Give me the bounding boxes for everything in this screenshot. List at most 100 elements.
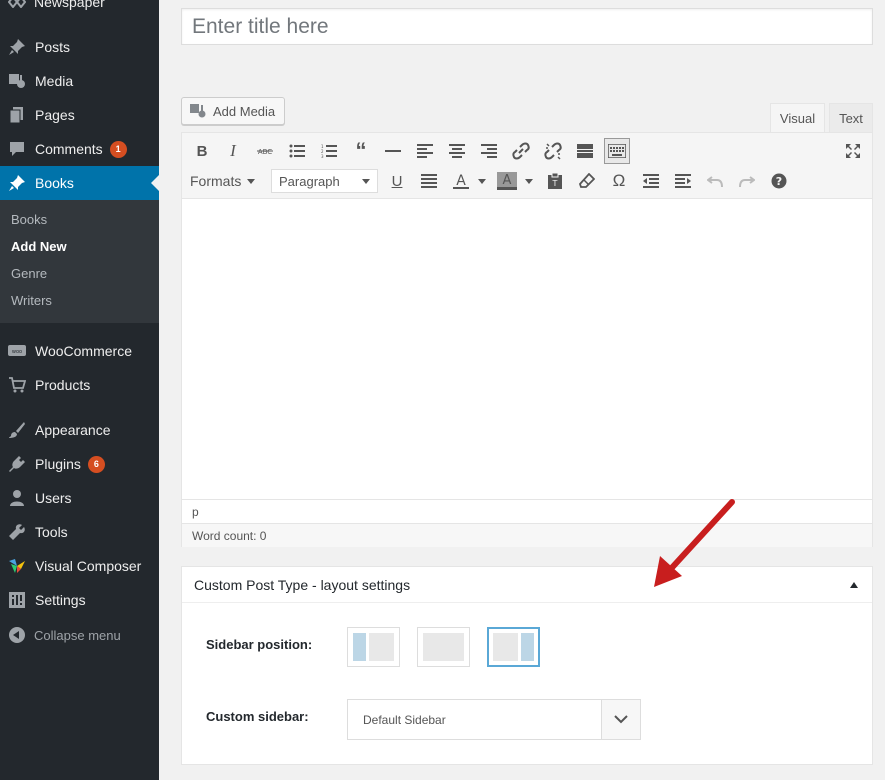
sidebar-item-pages[interactable]: Pages — [0, 98, 159, 132]
layout-no-sidebar[interactable] — [417, 627, 470, 667]
submenu-item-books[interactable]: Books — [11, 212, 47, 227]
post-title-input[interactable] — [181, 8, 873, 45]
media-icon — [190, 104, 208, 118]
submenu-item-genre[interactable]: Genre — [11, 266, 47, 281]
strikethrough-icon[interactable]: ABC — [252, 138, 278, 164]
sidebar-item-newspaper[interactable]: Newspaper — [0, 0, 159, 12]
custom-sidebar-label: Custom sidebar: — [206, 709, 309, 724]
clear-formatting-icon[interactable] — [574, 168, 600, 194]
bullet-list-icon[interactable] — [284, 138, 310, 164]
custom-sidebar-select[interactable]: Default Sidebar — [347, 699, 641, 740]
align-center-icon[interactable] — [444, 138, 470, 164]
sidebar-item-media[interactable]: Media — [0, 64, 159, 98]
collapse-toggle-icon[interactable] — [850, 582, 858, 588]
align-right-icon[interactable] — [476, 138, 502, 164]
bold-icon[interactable]: B — [189, 138, 215, 164]
word-count: Word count: 0 — [192, 529, 267, 543]
redo-icon[interactable] — [734, 168, 760, 194]
collapse-menu-label: Collapse menu — [34, 627, 121, 643]
read-more-icon[interactable] — [572, 138, 598, 164]
justify-icon[interactable] — [416, 168, 442, 194]
outdent-icon[interactable] — [638, 168, 664, 194]
newspaper-icon — [0, 0, 34, 8]
sidebar-item-comments[interactable]: Comments 1 — [0, 132, 159, 166]
submenu-item-add-new[interactable]: Add New — [11, 239, 67, 254]
svg-text:A: A — [456, 173, 466, 189]
books-submenu: Books Add New Genre Writers — [0, 200, 159, 323]
sidebar-item-books[interactable]: Books — [0, 166, 159, 200]
layout-right-sidebar[interactable] — [487, 627, 540, 667]
comments-icon — [0, 140, 34, 158]
editor-toolbar: B I ABC 123 “ Formats Paragraph U A A T … — [182, 133, 872, 199]
tab-visual[interactable]: Visual — [770, 103, 825, 132]
content-editor: B I ABC 123 “ Formats Paragraph U A A T … — [181, 132, 873, 547]
sidebar-item-woocommerce[interactable]: woo WooCommerce — [0, 334, 159, 368]
undo-icon[interactable] — [702, 168, 728, 194]
sidebar-item-appearance[interactable]: Appearance — [0, 413, 159, 447]
sidebar-item-users[interactable]: Users — [0, 481, 159, 515]
comments-count-badge: 1 — [109, 140, 127, 158]
svg-text:3: 3 — [321, 154, 324, 158]
sidebar-item-label: Plugins — [35, 456, 81, 472]
horizontal-line-icon[interactable] — [380, 138, 406, 164]
link-icon[interactable] — [508, 138, 534, 164]
blockquote-icon[interactable]: “ — [348, 138, 374, 164]
svg-text:woo: woo — [12, 349, 22, 355]
chevron-down-icon[interactable] — [478, 179, 486, 184]
sidebar-item-posts[interactable]: Posts — [0, 30, 159, 64]
sidebar-item-label: Appearance — [35, 422, 111, 438]
italic-icon[interactable]: I — [220, 138, 246, 164]
fullscreen-icon[interactable] — [840, 138, 866, 164]
indent-icon[interactable] — [670, 168, 696, 194]
background-color-icon[interactable]: A — [494, 168, 520, 194]
metabox-title: Custom Post Type - layout settings — [194, 576, 411, 593]
media-icon — [0, 72, 34, 90]
admin-sidebar: Newspaper Posts Media Pages Comments 1 B… — [0, 0, 159, 780]
svg-text:T: T — [552, 179, 558, 188]
sidebar-item-label: Users — [35, 490, 72, 506]
submenu-item-writers[interactable]: Writers — [11, 293, 52, 308]
formats-dropdown[interactable]: Formats — [190, 168, 256, 194]
paragraph-format-select[interactable]: Paragraph — [271, 169, 378, 193]
paste-text-icon[interactable]: T — [542, 168, 568, 194]
sidebar-item-settings[interactable]: Settings — [0, 583, 159, 617]
special-character-icon[interactable]: Ω — [606, 168, 632, 194]
sidebar-item-label: Newspaper — [34, 0, 105, 10]
tab-text[interactable]: Text — [829, 103, 873, 132]
chevron-down-icon[interactable] — [525, 179, 533, 184]
numbered-list-icon[interactable]: 123 — [316, 138, 342, 164]
editor-content-area[interactable] — [182, 200, 872, 499]
layout-settings-metabox: Custom Post Type - layout settings Sideb… — [181, 566, 873, 765]
text-color-icon[interactable]: A — [448, 168, 474, 194]
sidebar-item-label: WooCommerce — [35, 343, 132, 359]
unlink-icon[interactable] — [540, 138, 566, 164]
help-icon[interactable]: ? — [766, 168, 792, 194]
svg-text:ABC: ABC — [258, 148, 272, 156]
plug-icon — [0, 455, 34, 473]
user-icon — [0, 489, 34, 507]
sidebar-item-label: Settings — [35, 592, 86, 608]
toolbar-toggle-icon[interactable] — [604, 138, 630, 164]
sidebar-item-products[interactable]: Products — [0, 368, 159, 402]
element-path[interactable]: p — [192, 505, 199, 519]
chevron-down-icon — [362, 179, 370, 184]
sidebar-item-label: Comments — [35, 141, 103, 157]
align-left-icon[interactable] — [412, 138, 438, 164]
layout-left-sidebar[interactable] — [347, 627, 400, 667]
metabox-header[interactable]: Custom Post Type - layout settings — [182, 567, 872, 603]
sidebar-item-visual-composer[interactable]: Visual Composer — [0, 549, 159, 583]
sidebar-item-plugins[interactable]: Plugins 6 — [0, 447, 159, 481]
custom-sidebar-value: Default Sidebar — [363, 712, 446, 727]
underline-icon[interactable]: U — [384, 168, 410, 194]
word-count-bar: Word count: 0 — [182, 523, 872, 547]
svg-text:A: A — [503, 173, 512, 188]
sidebar-item-tools[interactable]: Tools — [0, 515, 159, 549]
add-media-button[interactable]: Add Media — [181, 97, 285, 125]
wrench-icon — [0, 523, 34, 541]
cart-icon — [0, 376, 34, 394]
collapse-menu-button[interactable]: Collapse menu — [0, 622, 159, 648]
woo-icon: woo — [0, 344, 34, 358]
sidebar-item-label: Books — [35, 175, 74, 191]
pushpin-icon — [0, 38, 34, 56]
chevron-down-icon[interactable] — [601, 700, 640, 739]
